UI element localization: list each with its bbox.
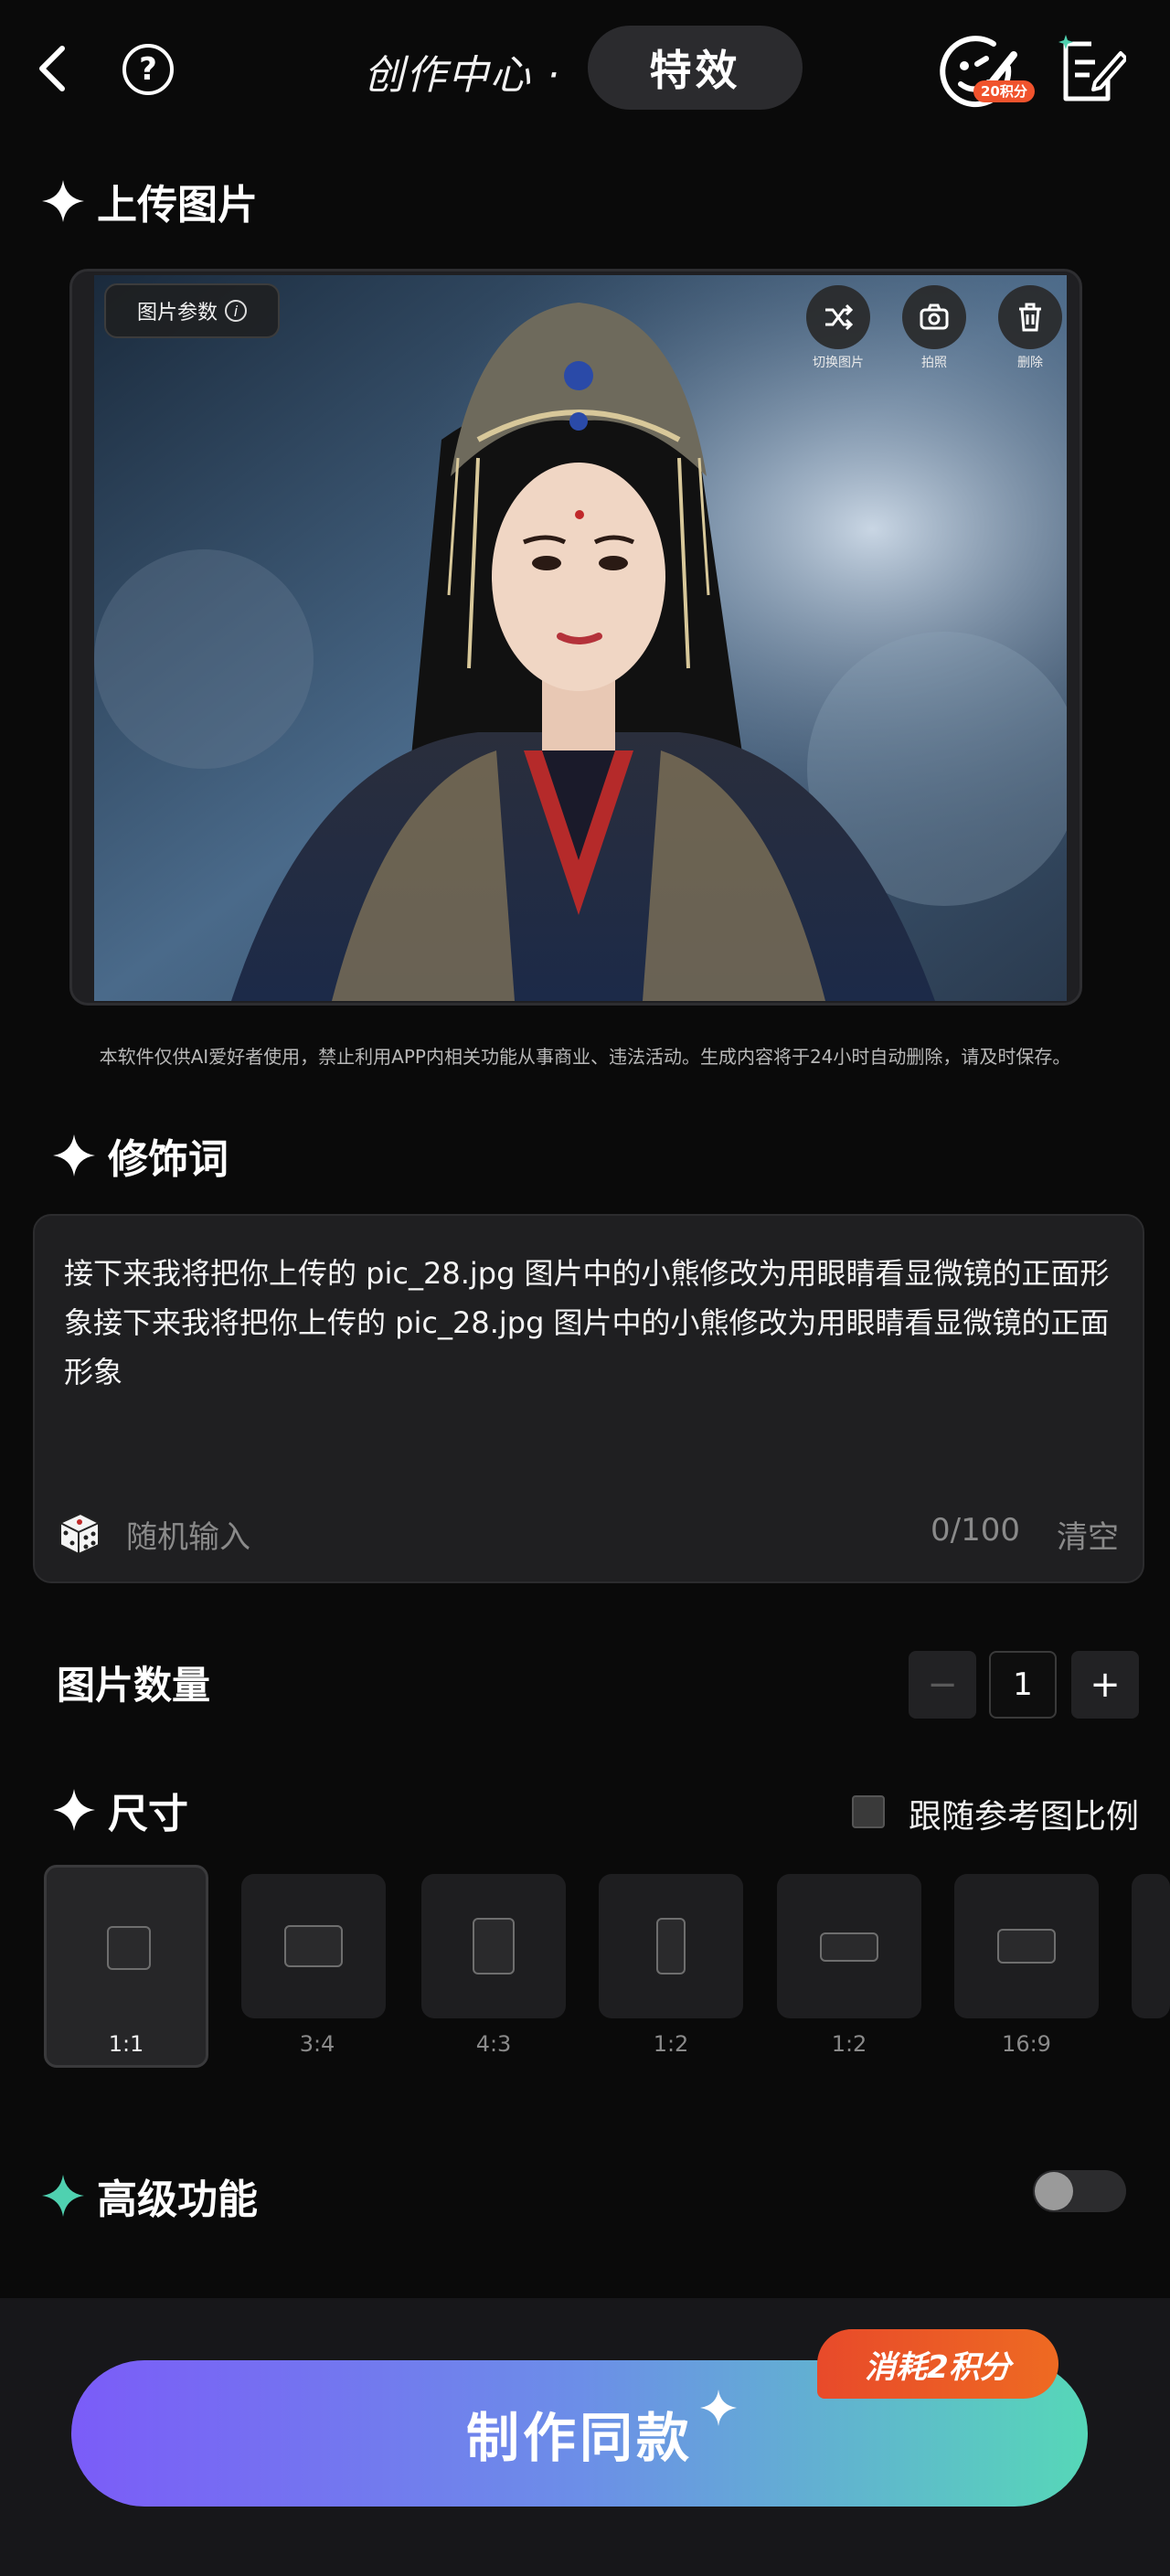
ratio-label: 1:2 [653, 2031, 689, 2057]
advanced-section-title: 高级功能 [40, 2166, 258, 2225]
delete-label: 删除 [1017, 356, 1043, 370]
camera-button[interactable] [902, 285, 966, 349]
prompt-title-label: 修饰词 [108, 1136, 229, 1183]
switch-image-label: 切换图片 [813, 356, 864, 370]
ratio-option-16-9[interactable] [954, 1874, 1099, 2018]
follow-ratio-label[interactable]: 跟随参考图比例 [909, 1790, 1139, 1837]
sparkle-icon [53, 1789, 95, 1831]
landscape-shape-icon [284, 1925, 343, 1967]
size-title-label: 尺寸 [108, 1791, 188, 1837]
ratio-label: 1:2 [831, 2031, 867, 2057]
char-counter: 0/100 [931, 1512, 1020, 1549]
make-same-label: 制作同款 [465, 2407, 693, 2469]
ratio-label: 16:9 [1002, 2031, 1051, 2057]
sparkle-icon [700, 2390, 737, 2426]
dice-button[interactable] [55, 1508, 104, 1558]
info-icon: i [225, 300, 247, 322]
ratio-label: 1:1 [108, 2031, 144, 2057]
follow-ratio-checkbox[interactable] [852, 1795, 885, 1828]
document-edit-icon [1058, 35, 1128, 101]
cost-badge: 消耗2积分 [817, 2329, 1058, 2399]
advanced-title-label: 高级功能 [97, 2177, 258, 2223]
disclaimer-text: 本软件仅供AI爱好者使用，禁止利用APP内相关功能从事商业、违法活动。生成内容将… [99, 1046, 1071, 1068]
quantity-decrement-button[interactable]: − [909, 1651, 976, 1719]
mode-tab-effects[interactable]: 特效 [588, 26, 803, 110]
delete-button[interactable] [998, 285, 1062, 349]
ratio-option-1-2-wide[interactable] [777, 1874, 921, 2018]
upload-title-label: 上传图片 [97, 182, 258, 229]
ratio-option-more[interactable] [1132, 1874, 1170, 2018]
prompt-text[interactable]: 接下来我将把你上传的 pic_28.jpg 图片中的小熊修改为用眼睛看显微镜的正… [64, 1249, 1115, 1397]
tall-shape-icon [656, 1918, 686, 1975]
question-icon: ? [139, 51, 157, 88]
ratio-label: 4:3 [475, 2031, 512, 2057]
random-input-button[interactable]: 随机输入 [126, 1512, 250, 1557]
quantity-value[interactable]: 1 [989, 1651, 1057, 1719]
ratio-option-1-2-tall[interactable] [599, 1874, 743, 2018]
size-section-title: 尺寸 [51, 1781, 188, 1839]
points-badge: 20积分 [973, 80, 1035, 102]
portrait-illustration [94, 275, 1067, 1001]
top-bar: ? 创作中心 · 特效 20积分 [0, 0, 1170, 137]
uploaded-image-frame[interactable] [69, 269, 1082, 1006]
prompt-textarea[interactable]: 接下来我将把你上传的 pic_28.jpg 图片中的小熊修改为用眼睛看显微镜的正… [33, 1214, 1144, 1583]
ratio-option-4-3[interactable] [421, 1874, 566, 2018]
trash-icon [1019, 303, 1041, 332]
image-params-label: 图片参数 [136, 302, 218, 325]
quantity-increment-button[interactable]: + [1071, 1651, 1139, 1719]
quantity-label: 图片数量 [57, 1663, 211, 1708]
sparkle-icon [42, 2175, 84, 2217]
dice-icon [59, 1512, 100, 1556]
sparkle-icon [42, 180, 84, 222]
page-title: 创作中心 · [364, 52, 561, 99]
camera-label: 拍照 [921, 356, 947, 370]
ratio-option-3-4[interactable] [241, 1874, 386, 2018]
image-params-button[interactable]: 图片参数 i [104, 283, 280, 338]
square-shape-icon [107, 1926, 151, 1970]
portrait-shape-icon [473, 1918, 515, 1975]
uploaded-image [94, 275, 1067, 1001]
ratio-label: 3:4 [299, 2031, 335, 2057]
advanced-toggle[interactable] [1033, 2170, 1126, 2212]
help-button[interactable]: ? [122, 44, 174, 95]
history-button[interactable] [1058, 31, 1128, 104]
sparkle-icon [53, 1134, 95, 1176]
wide-shape-icon [820, 1932, 878, 1962]
clear-button[interactable]: 清空 [1057, 1512, 1119, 1557]
upload-section-title: 上传图片 [40, 172, 258, 230]
prompt-section-title: 修饰词 [51, 1126, 229, 1185]
camera-icon [920, 303, 949, 330]
shuffle-icon [825, 303, 854, 331]
switch-image-button[interactable] [806, 285, 870, 349]
chevron-left-icon [39, 46, 65, 91]
back-button[interactable] [31, 41, 77, 96]
widescreen-shape-icon [997, 1929, 1056, 1964]
toggle-knob [1035, 2172, 1073, 2210]
